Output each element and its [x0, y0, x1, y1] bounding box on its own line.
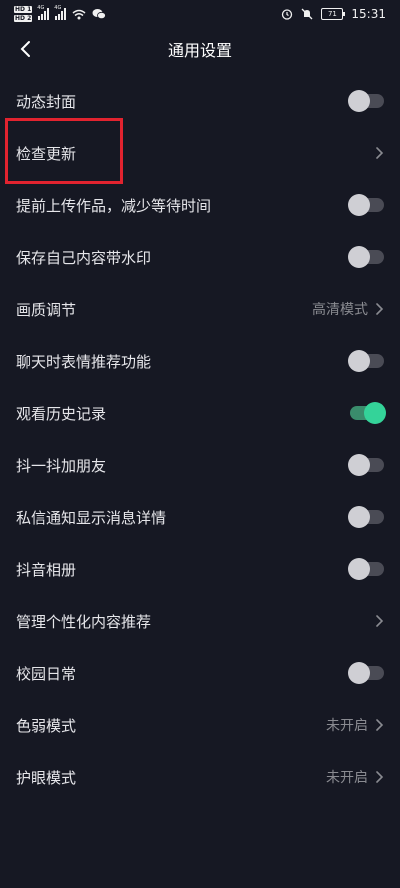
toggle-knob [348, 506, 370, 528]
toggle-knob [348, 90, 370, 112]
status-right: 71 15:31 [281, 7, 386, 21]
status-time: 15:31 [351, 7, 386, 21]
settings-row-label: 观看历史记录 [16, 404, 107, 423]
settings-row[interactable]: 检查更新 [0, 127, 400, 179]
wifi-icon [72, 9, 86, 19]
toggle-knob [348, 194, 370, 216]
settings-row-value: 未开启 [326, 718, 368, 734]
settings-row-value: 高清模式 [312, 302, 368, 318]
signal-icon: 4G [37, 5, 50, 20]
settings-row-control [350, 402, 386, 424]
settings-row-label: 抖音相册 [16, 560, 77, 579]
settings-row-control: 未开启 [326, 715, 384, 735]
settings-row-control [348, 246, 384, 268]
settings-row[interactable]: 护眼模式 未开启 [0, 751, 400, 803]
toggle-knob [364, 402, 386, 424]
toggle-switch[interactable] [348, 558, 384, 580]
settings-row[interactable]: 管理个性化内容推荐 [0, 595, 400, 647]
settings-row-control [374, 614, 384, 628]
settings-row-control [348, 90, 384, 112]
settings-row-control [348, 194, 384, 216]
settings-row[interactable]: 保存自己内容带水印 [0, 231, 400, 283]
mute-icon [301, 8, 313, 20]
status-left: HD 1 HD 2 4G 4G [14, 5, 107, 23]
toggle-switch[interactable] [348, 90, 384, 112]
settings-row-control: 高清模式 [312, 299, 384, 319]
toggle-knob [348, 558, 370, 580]
wechat-icon [92, 9, 107, 20]
settings-row-label: 私信通知显示消息详情 [16, 508, 167, 527]
settings-row-control [374, 146, 384, 160]
net1-label: 4G [37, 5, 45, 11]
chevron-left-icon [20, 41, 30, 57]
settings-row[interactable]: 聊天时表情推荐功能 [0, 335, 400, 387]
back-button[interactable] [10, 34, 40, 64]
toggle-switch[interactable] [348, 246, 384, 268]
battery-level: 71 [327, 10, 337, 18]
settings-row-label: 管理个性化内容推荐 [16, 612, 152, 631]
hd1-badge: HD 1 [14, 6, 33, 13]
settings-row-label: 校园日常 [16, 664, 77, 683]
hd-indicator: HD 1 HD 2 [14, 5, 33, 23]
toggle-switch[interactable] [348, 506, 384, 528]
signal-icon-2: 4G [54, 5, 67, 20]
settings-list: 动态封面检查更新提前上传作品，减少等待时间 保存自己内容带水印 画质调节 高清模式聊天… [0, 75, 400, 803]
alarm-icon [282, 9, 293, 20]
hd2-badge: HD 2 [14, 15, 33, 22]
toggle-knob [348, 454, 370, 476]
settings-row-label: 保存自己内容带水印 [16, 248, 152, 267]
settings-row-label: 聊天时表情推荐功能 [16, 352, 152, 371]
toggle-knob [348, 350, 370, 372]
toggle-switch[interactable] [348, 454, 384, 476]
settings-row-control [348, 558, 384, 580]
settings-row-control: 未开启 [326, 767, 384, 787]
header: 通用设置 [0, 28, 400, 70]
settings-row-label: 提前上传作品，减少等待时间 [16, 196, 212, 215]
settings-row-control [348, 506, 384, 528]
settings-row[interactable]: 抖音相册 [0, 543, 400, 595]
toggle-switch[interactable] [348, 194, 384, 216]
chevron-right-icon [376, 303, 384, 315]
net2-label: 4G [54, 5, 62, 11]
chevron-right-icon [376, 615, 384, 627]
settings-row[interactable]: 提前上传作品，减少等待时间 [0, 179, 400, 231]
settings-row-label: 检查更新 [16, 144, 77, 163]
chevron-right-icon [376, 719, 384, 731]
settings-row-label: 抖一抖加朋友 [16, 456, 107, 475]
toggle-switch[interactable] [348, 350, 384, 372]
toggle-knob [348, 246, 370, 268]
status-bar: HD 1 HD 2 4G 4G 71 15:31 [0, 0, 400, 28]
settings-row[interactable]: 私信通知显示消息详情 [0, 491, 400, 543]
battery-icon: 71 [321, 8, 346, 20]
settings-row-label: 护眼模式 [16, 768, 77, 787]
chevron-right-icon [376, 147, 384, 159]
settings-row[interactable]: 抖一抖加朋友 [0, 439, 400, 491]
toggle-switch[interactable] [348, 662, 384, 684]
settings-row-control [348, 350, 384, 372]
settings-row[interactable]: 色弱模式 未开启 [0, 699, 400, 751]
toggle-switch[interactable] [350, 402, 386, 424]
settings-row-control [348, 454, 384, 476]
settings-row-label: 色弱模式 [16, 716, 77, 735]
settings-row-value: 未开启 [326, 770, 368, 786]
settings-row[interactable]: 校园日常 [0, 647, 400, 699]
toggle-knob [348, 662, 370, 684]
settings-row[interactable]: 动态封面 [0, 75, 400, 127]
settings-row[interactable]: 观看历史记录 [0, 387, 400, 439]
chevron-right-icon [376, 771, 384, 783]
page-title: 通用设置 [167, 41, 232, 60]
settings-row-label: 画质调节 [16, 300, 77, 319]
settings-row-label: 动态封面 [16, 92, 77, 111]
settings-row[interactable]: 画质调节 高清模式 [0, 283, 400, 335]
settings-row-control [348, 662, 384, 684]
